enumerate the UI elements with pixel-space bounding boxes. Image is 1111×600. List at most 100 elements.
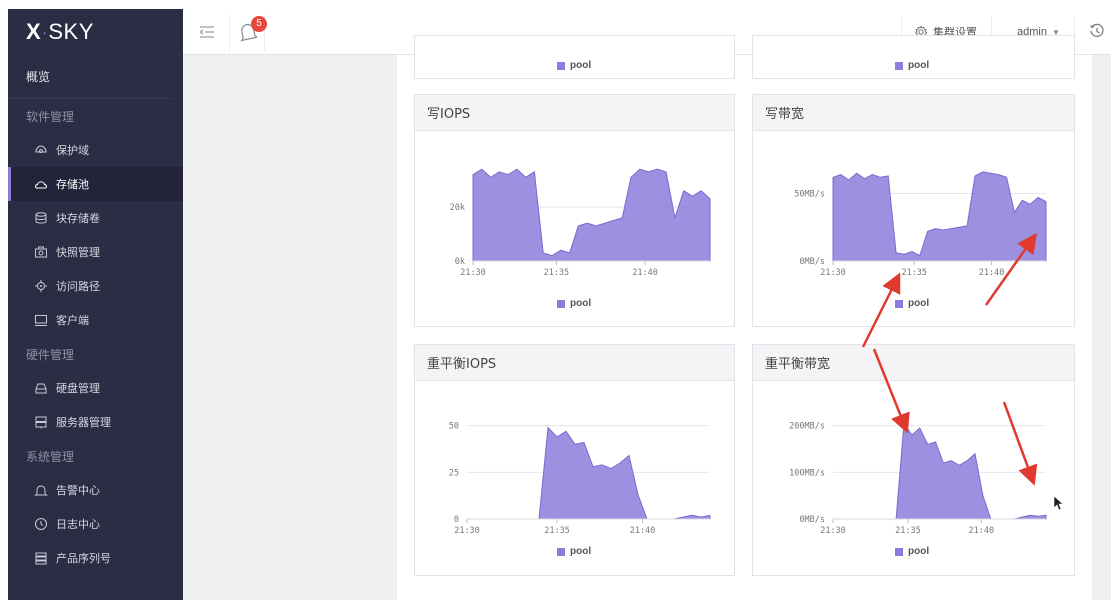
- sidebar-item-label: 存储池: [56, 178, 89, 191]
- chart-card-write-iops: 写IOPS 0k 20k 21:30 21:35 21:40 pool: [414, 94, 735, 327]
- chart-card-rebalance-iops: 重平衡IOPS 0 25 50 21:30 21:35 21:40 pool: [414, 344, 735, 576]
- sidebar-item[interactable]: 存储池: [8, 167, 183, 201]
- legend-pool[interactable]: pool: [895, 298, 929, 309]
- sidebar-item[interactable]: 访问路径: [8, 269, 183, 303]
- sidebar-item-label: 日志中心: [56, 518, 100, 531]
- chart-card-write-bandwidth: 写带宽 0MB/s 50MB/s 21:30 21:35 21:40 pool: [752, 94, 1075, 327]
- target-icon: [34, 279, 48, 293]
- x-tick-label: 21:35: [544, 526, 570, 536]
- y-tick-label: 25: [449, 468, 459, 478]
- sidebar-item[interactable]: 客户端: [8, 303, 183, 337]
- card-title: 重平衡IOPS: [415, 345, 734, 381]
- legend-pool[interactable]: pool: [895, 60, 929, 71]
- card-title: 写带宽: [753, 95, 1074, 131]
- legend-swatch: [895, 61, 903, 70]
- y-tick-label: 50: [449, 422, 459, 432]
- protection-domain-icon: [34, 143, 48, 157]
- sidebar-item-overview[interactable]: 概览: [8, 55, 173, 99]
- chart-card-rebalance-bandwidth: 重平衡带宽 0MB/s 100MB/s 200MB/s 21:30 21:35 21:40…: [752, 344, 1075, 576]
- sidebar-item[interactable]: 保护域: [8, 133, 183, 167]
- collapse-sidebar-button[interactable]: [197, 22, 217, 42]
- legend-label: pool: [570, 298, 592, 309]
- bell-icon: [34, 483, 48, 497]
- x-tick-label: 21:35: [901, 268, 927, 278]
- database-icon: [34, 211, 48, 225]
- legend-label: pool: [908, 546, 930, 557]
- sidebar-item[interactable]: 产品序列号: [8, 541, 183, 575]
- legend-pool[interactable]: pool: [895, 546, 929, 557]
- legend-label: pool: [570, 60, 592, 71]
- logo-dot: ·: [42, 24, 48, 40]
- notifications-button[interactable]: 5: [229, 15, 267, 51]
- series-area-pool: [472, 168, 711, 262]
- legend-label: pool: [570, 546, 592, 557]
- y-tick-label: 200MB/s: [789, 422, 825, 432]
- clock-icon: [34, 517, 48, 531]
- legend-swatch: [557, 299, 565, 308]
- y-tick-label: 100MB/s: [789, 468, 825, 478]
- series-area-pool: [832, 171, 1047, 262]
- logo-x: X: [26, 19, 42, 44]
- card-title: 写IOPS: [415, 95, 734, 131]
- rebalance-iops-chart: 0 25 50 21:30 21:35 21:40: [449, 422, 711, 536]
- legend-swatch: [895, 547, 903, 556]
- chart-card-top-right: pool: [752, 35, 1075, 79]
- card-title: 重平衡带宽: [753, 345, 1074, 381]
- x-tick-label: 21:40: [632, 268, 658, 278]
- x-tick-label: 21:35: [895, 526, 921, 536]
- legend-swatch: [557, 547, 565, 556]
- sidebar-section-title: 硬件管理: [26, 347, 75, 362]
- sidebar-item[interactable]: 服务器管理: [8, 405, 183, 439]
- sidebar-item-label: 访问路径: [56, 280, 100, 293]
- write-bandwidth-chart: 0MB/s 50MB/s 21:30 21:35 21:40: [794, 171, 1047, 278]
- y-tick-label: 0MB/s: [799, 515, 825, 525]
- sidebar-section-title: 软件管理: [26, 109, 75, 124]
- history-button[interactable]: [1089, 23, 1105, 39]
- sidebar-section-title: 系统管理: [26, 449, 75, 464]
- series-area-pool: [467, 426, 711, 520]
- history-icon: [1090, 23, 1104, 37]
- write-iops-chart: 0k 20k 21:30 21:35 21:40: [450, 168, 711, 278]
- legend-label: pool: [908, 60, 930, 71]
- monitor-icon: [34, 313, 48, 327]
- sidebar-item[interactable]: 日志中心: [8, 507, 183, 541]
- logo[interactable]: X · SKY: [8, 9, 183, 55]
- serial-icon: [34, 551, 48, 565]
- legend-pool[interactable]: pool: [557, 298, 591, 309]
- y-tick-label: 50MB/s: [794, 190, 825, 200]
- y-tick-label: 0k: [455, 257, 465, 267]
- sidebar-nav: 软件管理保护域存储池块存储卷快照管理访问路径客户端硬件管理硬盘管理服务器管理系统…: [8, 99, 183, 575]
- x-tick-label: 21:30: [460, 268, 486, 278]
- sidebar-item-label: 产品序列号: [56, 552, 111, 565]
- x-tick-label: 21:40: [969, 526, 995, 536]
- x-tick-label: 21:40: [979, 268, 1005, 278]
- dashboard-content: pool pool 写IOPS 0k 20k 21:30 21:35 21:40 poo…: [397, 35, 1092, 600]
- legend-pool[interactable]: pool: [557, 60, 591, 71]
- sidebar-item[interactable]: 快照管理: [8, 235, 183, 269]
- sidebar-item-label: 服务器管理: [56, 416, 111, 429]
- notification-badge: 5: [251, 16, 267, 32]
- legend-pool[interactable]: pool: [557, 546, 591, 557]
- legend-label: pool: [908, 298, 930, 309]
- legend-swatch: [557, 61, 565, 70]
- sidebar-item[interactable]: 硬盘管理: [8, 371, 183, 405]
- cloud-pool-icon: [34, 177, 48, 191]
- x-tick-label: 21:35: [544, 268, 570, 278]
- sidebar-item-label: 块存储卷: [56, 212, 100, 225]
- x-tick-label: 21:30: [820, 526, 846, 536]
- sidebar-item[interactable]: 告警中心: [8, 473, 183, 507]
- y-tick-label: 0MB/s: [799, 257, 825, 267]
- x-tick-label: 21:30: [454, 526, 480, 536]
- legend-swatch: [895, 299, 903, 308]
- sidebar-item-label: 告警中心: [56, 484, 100, 497]
- sidebar-item-label: 快照管理: [56, 246, 100, 259]
- sidebar-item-label: 保护域: [56, 144, 89, 157]
- camera-icon: [34, 245, 48, 259]
- logo-text: SKY: [48, 19, 94, 44]
- sidebar: X · SKY 概览 软件管理保护域存储池块存储卷快照管理访问路径客户端硬件管理硬盘…: [8, 9, 183, 600]
- x-tick-label: 21:40: [630, 526, 656, 536]
- sidebar-item-label: 客户端: [56, 314, 89, 327]
- sidebar-item[interactable]: 块存储卷: [8, 201, 183, 235]
- sidebar-item-label: 硬盘管理: [56, 382, 100, 395]
- chart-card-top-left: pool: [414, 35, 735, 79]
